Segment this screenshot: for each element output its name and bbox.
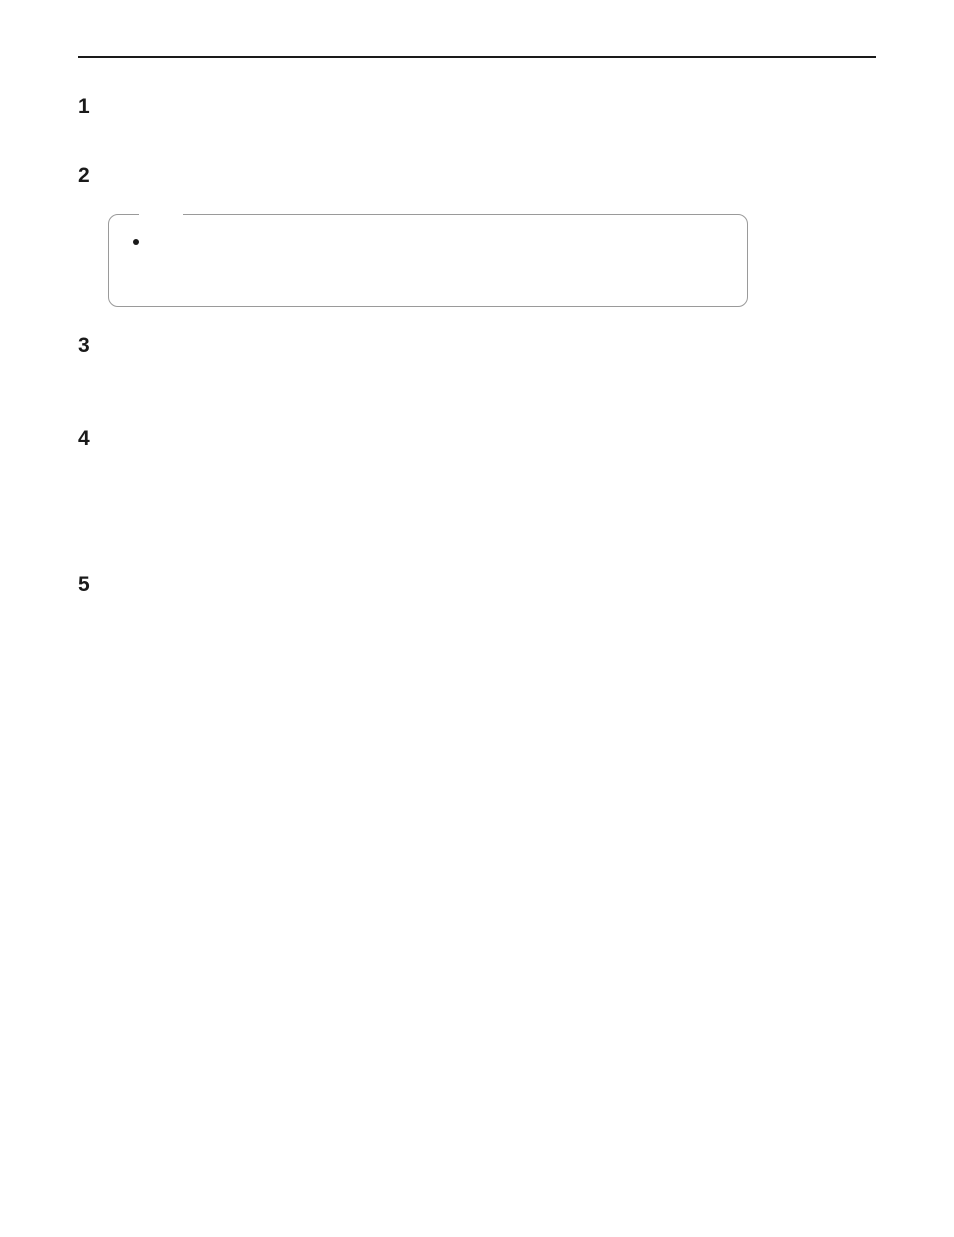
horizontal-rule [78,56,876,58]
document-page: 1 2 3 4 5 [0,0,954,595]
bullet-icon [133,239,139,245]
step-number: 4 [78,428,96,449]
step-number: 2 [78,165,96,186]
step-number: 1 [78,96,96,117]
step-2: 2 [78,165,876,186]
box-notch [139,214,183,216]
step-number: 3 [78,335,96,356]
step-4: 4 [78,428,876,449]
step-3: 3 [78,335,876,356]
step-1: 1 [78,96,876,117]
step-number: 5 [78,574,96,595]
step-5: 5 [78,574,876,595]
callout-box [108,214,748,307]
